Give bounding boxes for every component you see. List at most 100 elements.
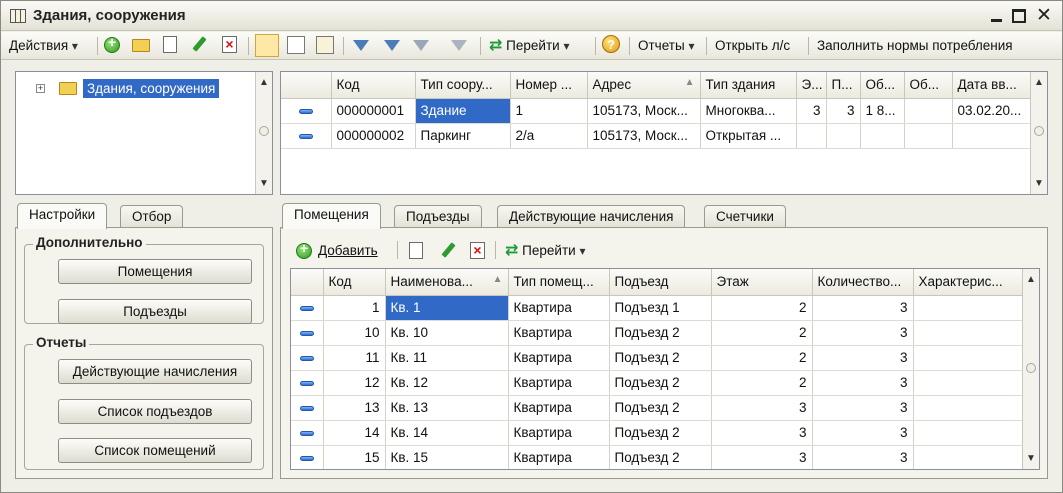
scroll-thumb[interactable] — [259, 126, 269, 136]
open-account-button[interactable]: Открыть л/с — [715, 35, 790, 57]
cell-floor[interactable]: 3 — [711, 445, 813, 469]
cell-name[interactable]: Кв. 15 — [385, 445, 509, 469]
cell-code[interactable]: 000000001 — [331, 98, 416, 124]
column-header[interactable]: Этаж — [711, 269, 813, 296]
reports-menu[interactable]: Отчеты ▾ — [638, 35, 694, 57]
edit-icon[interactable] — [441, 242, 456, 258]
table-row[interactable]: 000000002 Паркинг 2/а 105173, Моск... От… — [281, 123, 1032, 149]
cell-qty[interactable]: 3 — [812, 370, 914, 396]
clear-filter-icon[interactable] — [451, 40, 467, 51]
add-icon[interactable] — [104, 34, 120, 53]
table-row[interactable]: 11 Кв. 11 Квартира Подъезд 2 2 3 — [291, 345, 1024, 371]
column-header[interactable]: Подъезд — [609, 269, 712, 296]
column-header[interactable]: Об... — [904, 72, 953, 99]
add-icon[interactable] — [296, 240, 312, 259]
tab-rooms[interactable]: Помещения — [282, 203, 381, 229]
table-row[interactable]: 13 Кв. 13 Квартира Подъезд 2 3 3 — [291, 395, 1024, 421]
close-button[interactable]: ✕ — [1036, 6, 1052, 25]
cell-char[interactable] — [913, 345, 1024, 371]
hierarchy-view-icon[interactable] — [255, 34, 279, 57]
cell-date[interactable] — [952, 123, 1032, 149]
cell-number[interactable]: 2/а — [510, 123, 588, 149]
rooms-list-button[interactable]: Список помещений — [58, 438, 252, 463]
cell-char[interactable] — [913, 395, 1024, 421]
copy-icon[interactable] — [409, 242, 423, 259]
delete-icon[interactable]: × — [222, 36, 237, 53]
cell-entrance[interactable]: Подъезд 1 — [609, 295, 712, 321]
rooms-goto-menu[interactable]: ⇄ Перейти ▾ — [505, 240, 585, 262]
rooms-scrollbar[interactable]: ▲ ▼ — [1022, 269, 1039, 469]
column-header[interactable]: Э... — [796, 72, 827, 99]
current-charges-button[interactable]: Действующие начисления — [58, 359, 252, 384]
filter-by-value-icon[interactable] — [384, 40, 400, 51]
cell-floor[interactable]: 2 — [711, 295, 813, 321]
edit-icon[interactable] — [192, 36, 207, 52]
cell-address[interactable]: 105173, Моск... — [587, 98, 701, 124]
column-header[interactable]: Тип соору... — [415, 72, 511, 99]
scroll-down-icon[interactable]: ▼ — [256, 175, 272, 192]
cell-name[interactable]: Кв. 11 — [385, 345, 509, 371]
cell-address[interactable]: 105173, Моск... — [587, 123, 701, 149]
cell-code[interactable]: 10 — [323, 320, 386, 346]
cell-code[interactable]: 000000002 — [331, 123, 416, 149]
fill-norms-button[interactable]: Заполнить нормы потребления — [817, 35, 1013, 57]
tab-entrances[interactable]: Подъезды — [394, 205, 482, 229]
cell-code[interactable]: 14 — [323, 420, 386, 446]
actions-menu[interactable]: Действия ▾ — [9, 35, 78, 57]
table-row[interactable]: 15 Кв. 15 Квартира Подъезд 2 3 3 — [291, 445, 1024, 469]
tab-current-charges[interactable]: Действующие начисления — [497, 205, 686, 229]
cell-type[interactable]: Паркинг — [415, 123, 511, 149]
table-row[interactable]: 10 Кв. 10 Квартира Подъезд 2 2 3 — [291, 320, 1024, 346]
cell-entrance[interactable]: Подъезд 2 — [609, 345, 712, 371]
cell-code[interactable]: 11 — [323, 345, 386, 371]
cell-name[interactable]: Кв. 14 — [385, 420, 509, 446]
cell-building-type[interactable]: Открытая ... — [700, 123, 797, 149]
help-icon[interactable]: ? — [602, 35, 620, 53]
column-header[interactable]: Дата вв... — [952, 72, 1032, 99]
scroll-up-icon[interactable]: ▲ — [256, 74, 272, 91]
tab-filter[interactable]: Отбор — [120, 205, 184, 229]
table-row[interactable]: 000000001 Здание 1 105173, Моск... Много… — [281, 98, 1032, 124]
cell-name[interactable]: Кв. 13 — [385, 395, 509, 421]
column-header[interactable]: Код — [331, 72, 416, 99]
scroll-up-icon[interactable]: ▲ — [1031, 74, 1047, 91]
cell-floor[interactable]: 2 — [711, 320, 813, 346]
column-header-address[interactable]: Адрес ▲ — [587, 72, 701, 99]
cell-floors[interactable]: 3 — [796, 98, 827, 124]
column-header[interactable]: Количество... — [812, 269, 914, 296]
column-header[interactable]: Тип здания — [700, 72, 797, 99]
cell-code[interactable]: 1 — [323, 295, 386, 321]
cell-type[interactable]: Квартира — [508, 320, 610, 346]
filter-icon[interactable] — [353, 40, 369, 51]
maximize-button[interactable] — [1012, 9, 1026, 23]
cell-qty[interactable]: 3 — [812, 395, 914, 421]
cell-entrance[interactable]: Подъезд 2 — [609, 445, 712, 469]
scroll-down-icon[interactable]: ▼ — [1023, 450, 1039, 467]
cell-floor[interactable]: 2 — [711, 345, 813, 371]
cell-floors[interactable] — [796, 123, 827, 149]
table-row[interactable]: 12 Кв. 12 Квартира Подъезд 2 2 3 — [291, 370, 1024, 396]
cell-name[interactable]: Кв. 1 — [385, 295, 509, 321]
cell-type[interactable]: Квартира — [508, 295, 610, 321]
cell-char[interactable] — [913, 420, 1024, 446]
table-row[interactable]: 1 Кв. 1 Квартира Подъезд 1 2 3 — [291, 295, 1024, 321]
scroll-thumb[interactable] — [1034, 126, 1044, 136]
cell-qty[interactable]: 3 — [812, 320, 914, 346]
scroll-thumb[interactable] — [1026, 363, 1036, 373]
cell-area[interactable] — [904, 98, 953, 124]
cell-entrance[interactable]: Подъезд 2 — [609, 370, 712, 396]
cell-qty[interactable]: 3 — [812, 420, 914, 446]
cell-type[interactable]: Квартира — [508, 395, 610, 421]
minimize-button[interactable] — [989, 8, 1005, 24]
tab-settings[interactable]: Настройки — [17, 203, 108, 229]
cell-type[interactable]: Квартира — [508, 370, 610, 396]
entrances-button[interactable]: Подъезды — [58, 299, 252, 324]
level-up-icon[interactable] — [316, 36, 334, 54]
cell-area[interactable] — [860, 123, 905, 149]
column-header[interactable]: П... — [826, 72, 861, 99]
cell-entrances[interactable] — [826, 123, 861, 149]
column-header[interactable]: Тип помещ... — [508, 269, 610, 296]
cell-type[interactable]: Здание — [415, 98, 511, 124]
cell-type[interactable]: Квартира — [508, 445, 610, 469]
rooms-button[interactable]: Помещения — [58, 259, 252, 284]
